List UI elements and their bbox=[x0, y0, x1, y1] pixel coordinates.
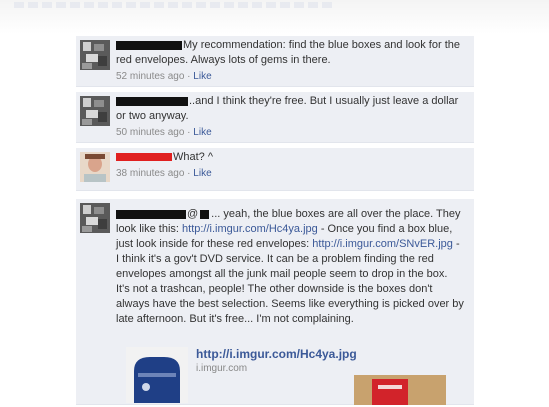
faded-text-row bbox=[14, 2, 334, 8]
comment-item-2: ..and I think they're free. But I usuall… bbox=[76, 92, 474, 143]
comment-text: What? ^ bbox=[173, 151, 214, 163]
attachment-title[interactable]: http://i.imgur.com/Hc4ya.jpg bbox=[196, 347, 357, 361]
reply-text-3: - I think it's a gov't DVD service. It c… bbox=[116, 238, 464, 325]
meta-separator: · bbox=[184, 127, 194, 138]
image-link-2[interactable]: http://i.imgur.com/SNvER.jpg bbox=[312, 238, 453, 250]
red-envelope-image[interactable] bbox=[354, 375, 446, 405]
comment-timestamp[interactable]: 50 minutes ago bbox=[116, 127, 184, 138]
comment-timestamp[interactable]: 38 minutes ago bbox=[116, 168, 184, 179]
redacted-name bbox=[116, 209, 186, 219]
mailbox-thumbnail-image bbox=[126, 347, 188, 403]
meta-separator: · bbox=[184, 168, 194, 179]
redacted-name bbox=[116, 40, 182, 50]
comment-item-reply: @... yeah, the blue boxes are all over t… bbox=[76, 199, 474, 405]
like-link[interactable]: Like bbox=[193, 168, 211, 179]
attachment-domain: i.imgur.com bbox=[196, 363, 248, 374]
avatar-image bbox=[80, 203, 110, 233]
avatar-image bbox=[80, 40, 110, 70]
avatar[interactable] bbox=[80, 203, 110, 233]
avatar[interactable] bbox=[80, 40, 110, 70]
comment-timestamp[interactable]: 52 minutes ago bbox=[116, 71, 184, 82]
attachment-thumbnail[interactable] bbox=[126, 347, 188, 403]
avatar-image bbox=[80, 152, 110, 182]
comment-item-1: My recommendation: find the blue boxes a… bbox=[76, 36, 474, 87]
avatar-image bbox=[80, 96, 110, 126]
redacted-name bbox=[116, 96, 188, 106]
redacted-mention bbox=[200, 209, 210, 219]
image-link-1[interactable]: http://i.imgur.com/Hc4ya.jpg bbox=[182, 223, 318, 235]
mention-at: @ bbox=[187, 208, 199, 220]
like-link[interactable]: Like bbox=[193, 127, 211, 138]
red-envelope-picture bbox=[354, 375, 446, 405]
like-link[interactable]: Like bbox=[193, 71, 211, 82]
previous-content-fade bbox=[0, 0, 549, 34]
avatar[interactable] bbox=[80, 96, 110, 126]
avatar[interactable] bbox=[80, 152, 110, 182]
meta-separator: · bbox=[184, 71, 194, 82]
comment-item-3: What? ^ 38 minutes ago · Like bbox=[76, 148, 474, 191]
redacted-name bbox=[116, 153, 172, 162]
